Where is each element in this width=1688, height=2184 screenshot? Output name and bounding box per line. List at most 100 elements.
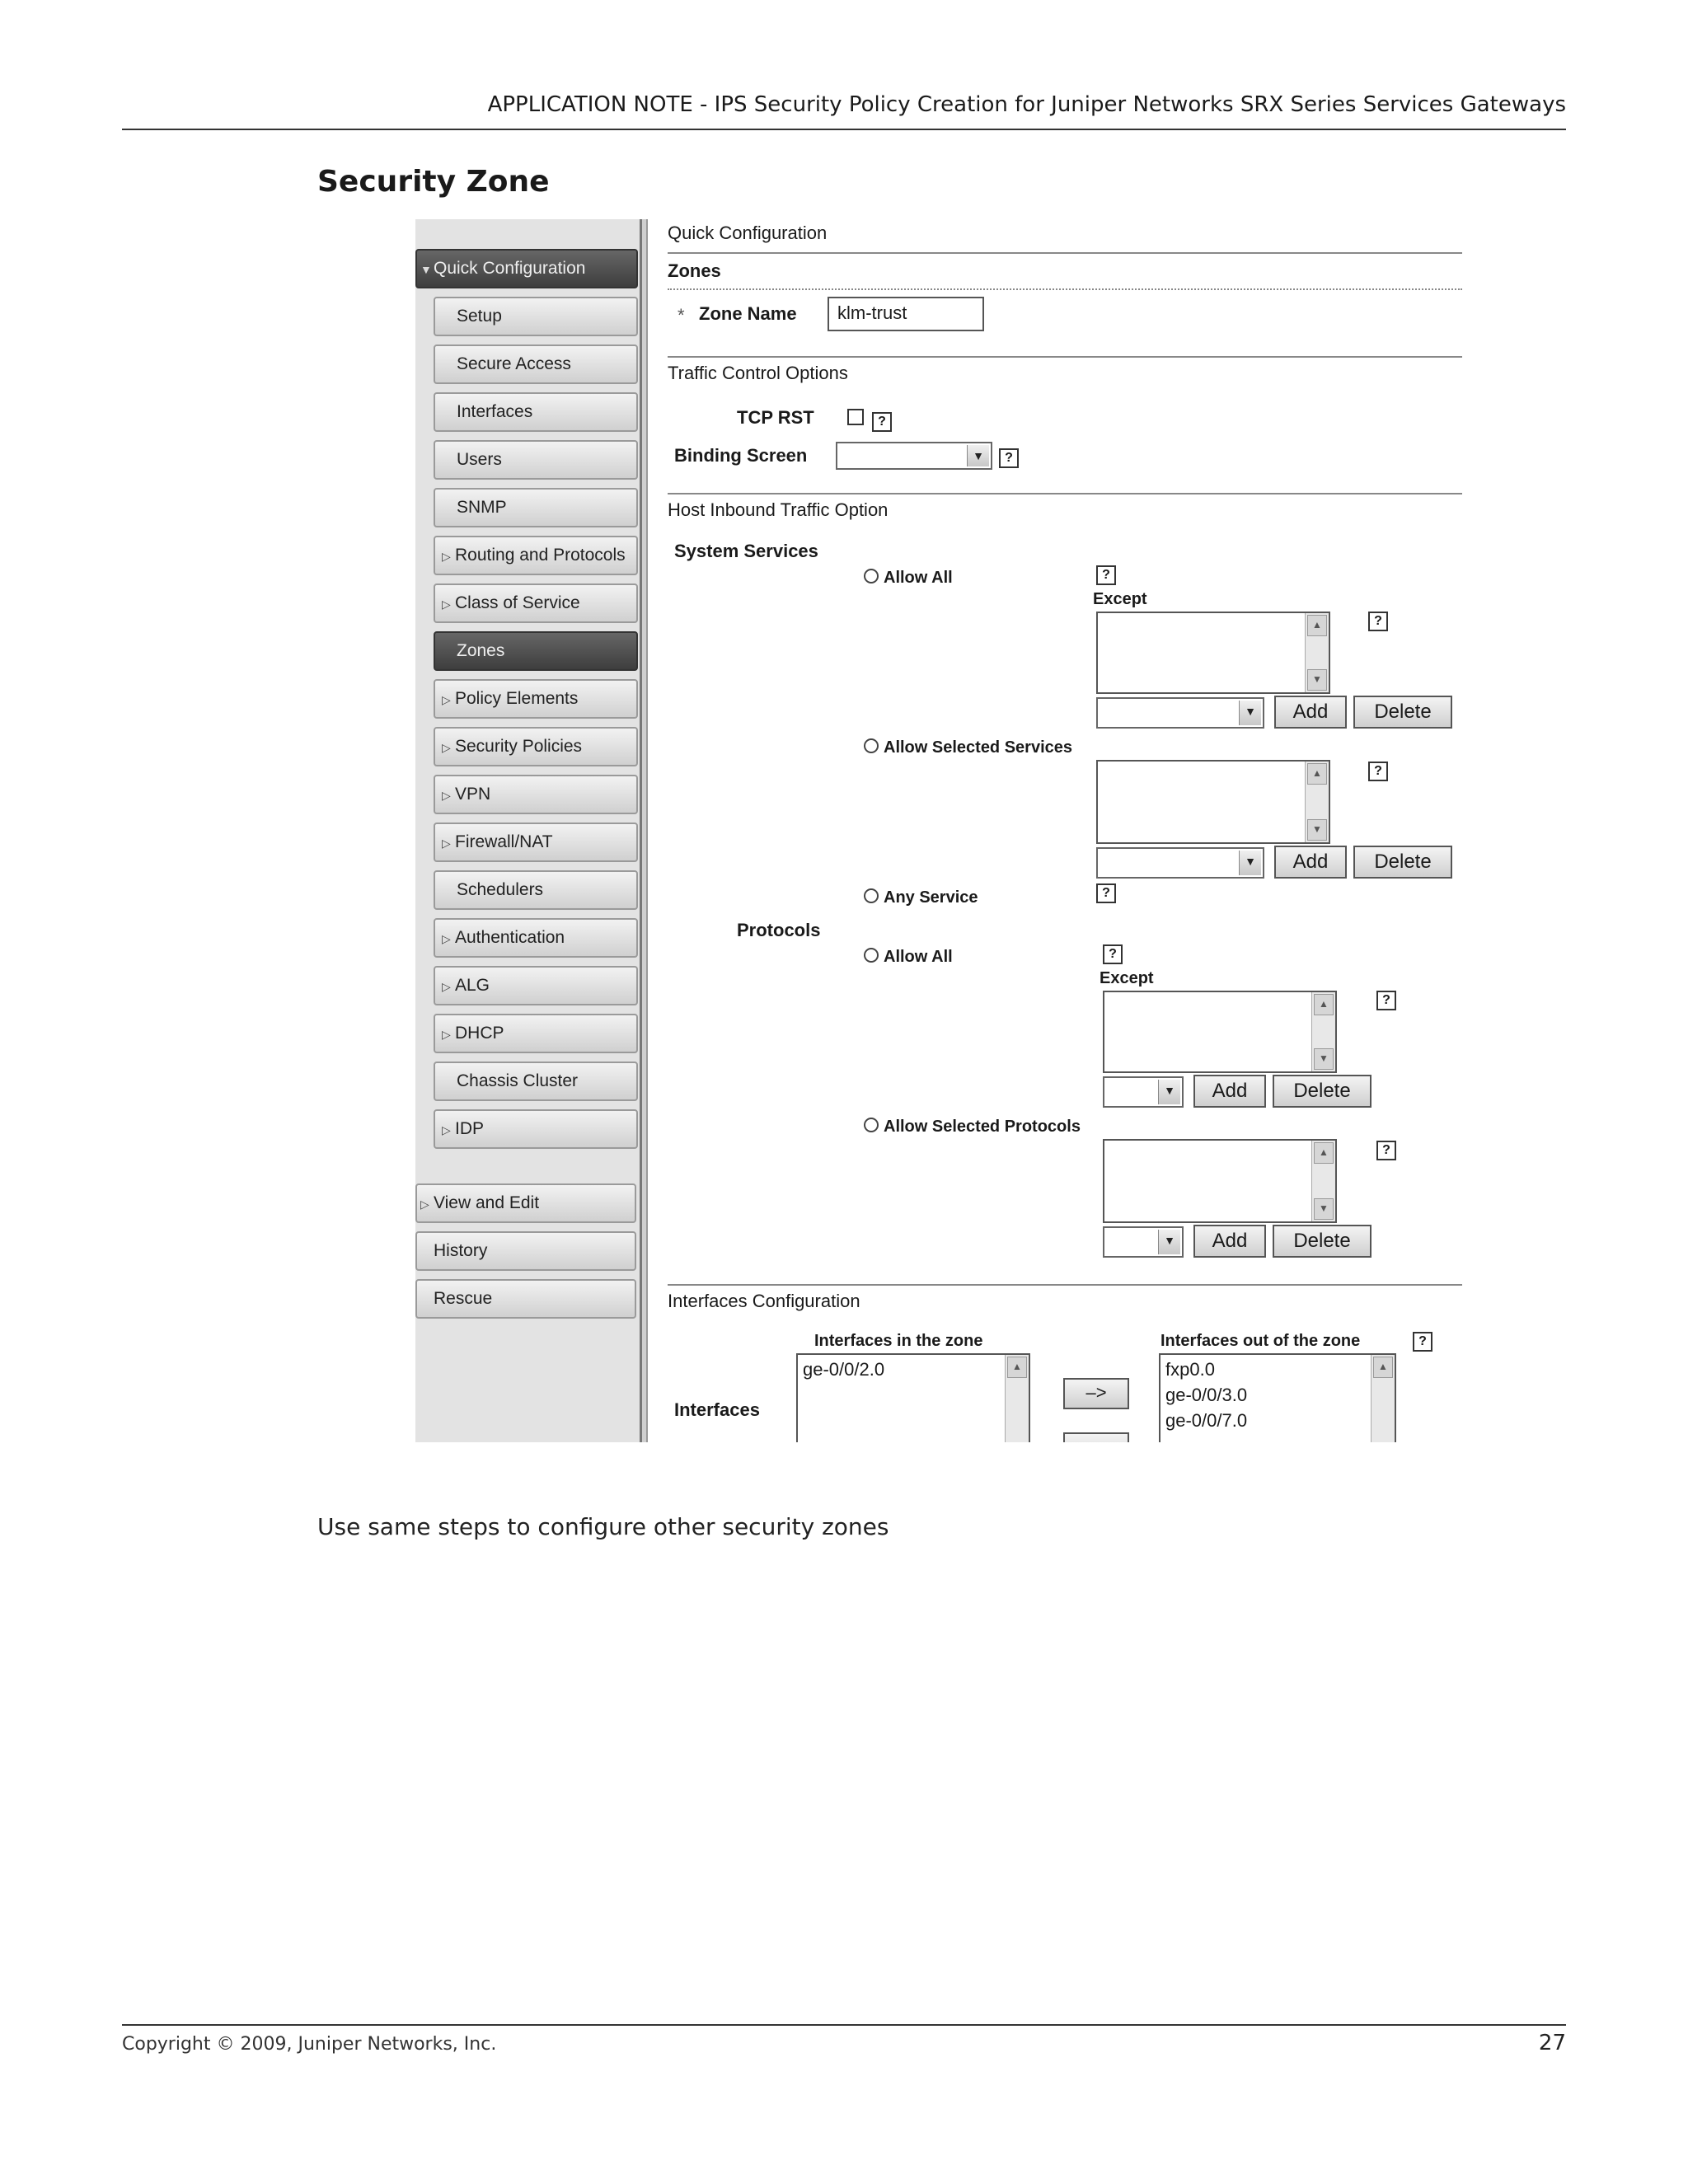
expand-arrow-icon: ▷ [442,550,451,563]
nav-item-setup[interactable]: Setup [434,297,638,336]
traffic-section-title: Traffic Control Options [668,363,848,383]
delete-button[interactable]: Delete [1273,1225,1372,1258]
nav-item-policy-elements[interactable]: ▷ Policy Elements [434,679,638,719]
allow-all-services-label: Allow All [884,569,953,587]
nav-item-firewall-nat[interactable]: ▷ Firewall/NAT [434,823,638,862]
section-rule [668,493,1462,494]
binding-screen-label: Binding Screen [674,445,808,466]
allow-all-protocols-radio[interactable] [864,948,879,963]
help-icon[interactable]: ? [1103,944,1123,964]
help-icon[interactable]: ? [999,448,1019,468]
add-button[interactable]: Add [1193,1225,1266,1258]
scrollbar[interactable]: ▲ ▼ [1305,762,1329,842]
zone-name-input[interactable]: klm-trust [828,297,984,331]
page-title: Zones [668,260,721,281]
scrollbar[interactable]: ▲ ▼ [1311,1141,1335,1221]
chevron-down-icon: ▼ [967,445,989,466]
allow-selected-protocols-radio[interactable] [864,1118,879,1132]
help-icon[interactable]: ? [1368,762,1388,781]
help-icon[interactable]: ? [1376,1141,1396,1160]
selected-protocols-list[interactable]: ▲ ▼ [1103,1139,1337,1223]
tcp-rst-checkbox[interactable] [847,409,864,425]
tcp-rst-label: TCP RST [737,407,814,428]
services-except-list[interactable]: ▲ ▼ [1096,612,1330,694]
any-service-label: Any Service [884,888,978,907]
binding-screen-select[interactable]: ▼ [836,442,992,470]
help-icon[interactable]: ? [1368,612,1388,631]
add-button[interactable]: Add [1193,1075,1266,1108]
services-except-select[interactable]: ▼ [1096,697,1264,729]
add-button[interactable]: Add [1274,846,1347,879]
scrollbar[interactable]: ▲ [1371,1355,1395,1442]
nav-item-security-policies[interactable]: ▷ Security Policies [434,727,638,766]
help-icon[interactable]: ? [872,412,892,432]
allow-selected-protocols-label: Allow Selected Protocols [884,1118,1081,1136]
nav-item-authentication[interactable]: ▷ Authentication [434,918,638,958]
nav-item-quick-configuration[interactable]: ▼ Quick Configuration [415,249,638,288]
selected-protocols-select[interactable]: ▼ [1103,1226,1184,1258]
section-rule [668,356,1462,358]
help-icon[interactable]: ? [1096,565,1116,585]
selected-services-select[interactable]: ▼ [1096,847,1264,879]
move-right-button[interactable]: –> [1063,1378,1129,1409]
list-item[interactable]: fxp0.0 [1165,1357,1247,1382]
delete-button[interactable]: Delete [1273,1075,1372,1108]
scrollbar[interactable]: ▲ [1005,1355,1029,1442]
delete-button[interactable]: Delete [1353,846,1452,879]
scroll-up-icon[interactable]: ▲ [1373,1357,1393,1378]
scroll-up-icon[interactable]: ▲ [1007,1357,1027,1378]
list-item[interactable]: ge-0/0/2.0 [803,1357,884,1382]
nav-item-vpn[interactable]: ▷ VPN [434,775,638,814]
any-service-radio[interactable] [864,888,879,903]
chevron-down-icon: ▼ [1158,1080,1180,1104]
interfaces-in-zone-list[interactable]: ge-0/0/2.0 ▲ [796,1353,1030,1442]
scrollbar[interactable]: ▲ ▼ [1305,613,1329,692]
help-icon[interactable]: ? [1376,991,1396,1010]
move-left-button[interactable] [1063,1432,1129,1442]
scroll-up-icon[interactable]: ▲ [1314,994,1334,1015]
nav-item-snmp[interactable]: SNMP [434,488,638,527]
nav-item-history[interactable]: History [415,1231,636,1271]
nav-item-secure-access[interactable]: Secure Access [434,344,638,384]
scroll-down-icon[interactable]: ▼ [1314,1048,1334,1070]
nav-item-chassis-cluster[interactable]: Chassis Cluster [434,1062,638,1101]
expand-arrow-icon: ▷ [442,789,451,802]
nav-item-zones[interactable]: Zones [434,631,638,671]
expand-arrow-icon: ▷ [442,1123,451,1137]
pane-divider[interactable] [640,219,648,1442]
nav-item-interfaces[interactable]: Interfaces [434,392,638,432]
scroll-down-icon[interactable]: ▼ [1307,819,1327,841]
add-button[interactable]: Add [1274,696,1347,729]
nav-item-idp[interactable]: ▷ IDP [434,1109,638,1149]
nav-item-class-of-service[interactable]: ▷ Class of Service [434,583,638,623]
nav-item-routing-and-protocols[interactable]: ▷ Routing and Protocols [434,536,638,575]
nav-item-alg[interactable]: ▷ ALG [434,966,638,1005]
selected-services-list[interactable]: ▲ ▼ [1096,760,1330,844]
scroll-down-icon[interactable]: ▼ [1314,1198,1334,1220]
expand-arrow-icon: ▷ [442,980,451,993]
page-header-title: APPLICATION NOTE - IPS Security Policy C… [487,92,1566,117]
host-inbound-section-title: Host Inbound Traffic Option [668,499,889,520]
nav-item-users[interactable]: Users [434,440,638,480]
allow-all-services-radio[interactable] [864,569,879,583]
nav-item-view-and-edit[interactable]: ▷ View and Edit [415,1183,636,1223]
list-item[interactable]: ge-0/0/7.0 [1165,1408,1247,1433]
list-item[interactable]: ge-0/0/3.0 [1165,1382,1247,1408]
system-services-label: System Services [674,541,818,561]
nav-item-dhcp[interactable]: ▷ DHCP [434,1014,638,1053]
nav-item-schedulers[interactable]: Schedulers [434,870,638,910]
in-zone-label: Interfaces in the zone [814,1332,983,1350]
protocols-except-list[interactable]: ▲ ▼ [1103,991,1337,1073]
interfaces-out-zone-list[interactable]: fxp0.0 ge-0/0/3.0 ge-0/0/7.0 ▲ [1159,1353,1396,1442]
nav-item-rescue[interactable]: Rescue [415,1279,636,1319]
allow-selected-services-radio[interactable] [864,738,879,753]
scroll-up-icon[interactable]: ▲ [1307,763,1327,785]
scroll-up-icon[interactable]: ▲ [1314,1142,1334,1164]
protocols-except-select[interactable]: ▼ [1103,1076,1184,1108]
help-icon[interactable]: ? [1413,1332,1432,1352]
help-icon[interactable]: ? [1096,883,1116,903]
scroll-down-icon[interactable]: ▼ [1307,669,1327,691]
delete-button[interactable]: Delete [1353,696,1452,729]
scroll-up-icon[interactable]: ▲ [1307,615,1327,636]
scrollbar[interactable]: ▲ ▼ [1311,992,1335,1071]
